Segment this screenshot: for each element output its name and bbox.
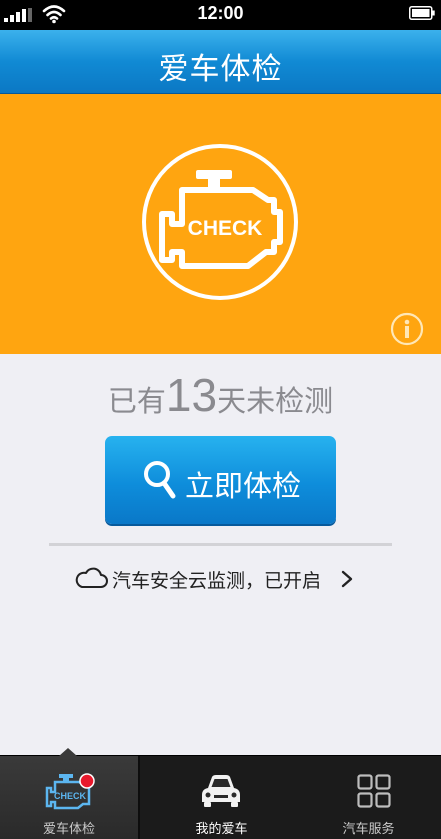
cloud-monitoring-link[interactable]: 汽车安全云监测，已开启 — [74, 565, 364, 593]
tab-car-services[interactable]: 汽车服务 — [295, 756, 441, 839]
divider — [49, 543, 392, 546]
tab-label: 汽车服务 — [342, 822, 395, 837]
days-since-check: 已有13天未检测 — [0, 368, 441, 422]
check-engine-icon: CHECK — [45, 773, 95, 810]
svg-text:CHECK: CHECK — [54, 791, 87, 801]
tab-car-check[interactable]: CHECK 爱车体检 — [0, 748, 138, 839]
tab-bar: CHECK 爱车体检 我的爱车 汽车服务 — [0, 748, 441, 839]
days-prefix: 已有 — [107, 384, 166, 418]
check-now-button[interactable]: 立即体检 — [105, 436, 336, 524]
title-bar: 爱车体检 — [0, 30, 441, 94]
search-icon — [144, 461, 176, 499]
status-time: 12:00 — [197, 3, 244, 23]
cloud-icon — [75, 567, 108, 588]
tab-separator — [138, 756, 140, 839]
days-count: 13 — [165, 369, 218, 421]
page-title: 爱车体检 — [158, 52, 283, 87]
tab-label: 我的爱车 — [195, 822, 248, 837]
car-icon — [202, 775, 240, 807]
check-now-label: 立即体检 — [185, 469, 302, 503]
check-engine-icon: CHECK — [142, 144, 298, 300]
cloud-monitoring-text: 汽车安全云监测，已开启 — [112, 570, 322, 592]
chevron-right-icon — [341, 570, 353, 588]
active-tab-indicator — [59, 748, 77, 756]
notification-badge — [79, 773, 95, 789]
info-icon[interactable] — [390, 312, 424, 346]
status-bar: 12:00 — [0, 0, 441, 30]
tab-label: 爱车体检 — [42, 822, 95, 837]
grid-icon — [357, 774, 391, 808]
days-suffix: 天未检测 — [217, 384, 334, 418]
battery-icon — [409, 6, 435, 20]
tab-my-car[interactable]: 我的爱车 — [148, 756, 295, 839]
svg-text:CHECK: CHECK — [188, 217, 263, 240]
hero-panel: CHECK — [0, 94, 441, 354]
